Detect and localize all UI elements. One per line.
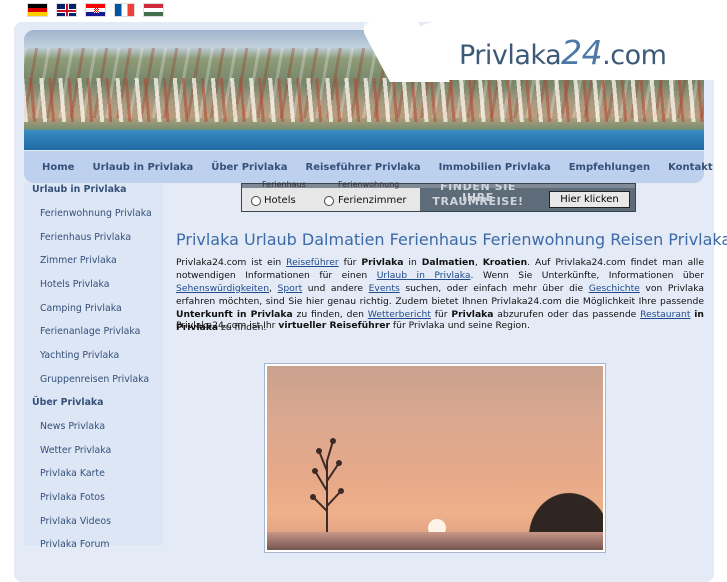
sidebar-item-fotos[interactable]: Privlaka Fotos <box>40 492 105 503</box>
link-urlaub[interactable]: Urlaub in Privlaka <box>377 270 471 281</box>
second-paragraph: Privlaka24.com ist Ihr virtueller Reisef… <box>176 320 530 331</box>
link-sport[interactable]: Sport <box>278 283 303 294</box>
flag-gb-icon[interactable] <box>56 3 77 17</box>
logo-number: 24 <box>561 33 603 72</box>
bold-text: Privlaka <box>451 308 494 320</box>
bold-text: Dalmatien <box>421 257 475 268</box>
radio-hotels[interactable] <box>251 196 261 206</box>
site-logo[interactable]: Privlaka24.com <box>459 33 667 72</box>
main-nav: Home Urlaub in Privlaka Über Privlaka Re… <box>24 151 713 183</box>
booking-promo-banner: Ferienhaus Ferienwohnung Hotels Ferienzi… <box>241 180 636 212</box>
nav-empfehlungen[interactable]: Empfehlungen <box>569 162 650 173</box>
text: abzurufen oder das passende <box>493 308 641 320</box>
language-flags <box>27 3 164 17</box>
link-events[interactable]: Events <box>369 283 400 294</box>
bold-text: Privlaka <box>361 257 404 268</box>
link-geschichte[interactable]: Geschichte <box>589 283 640 294</box>
radio-ferienzimmer-label: Ferienzimmer <box>338 195 407 206</box>
sidebar-item-zimmer[interactable]: Zimmer Privlaka <box>40 255 117 266</box>
nav-urlaub[interactable]: Urlaub in Privlaka <box>92 162 193 173</box>
sidebar-heading-urlaub[interactable]: Urlaub in Privlaka <box>32 184 127 195</box>
link-sehenswuerdigkeiten[interactable]: Sehenswürdigkeiten <box>176 283 269 294</box>
sidebar: Urlaub in Privlaka Ferienwohnung Privlak… <box>24 183 163 550</box>
flag-fr-icon[interactable] <box>114 3 135 17</box>
sidebar-item-videos[interactable]: Privlaka Videos <box>40 516 111 527</box>
page-title: Privlaka Urlaub Dalmatien Ferienhaus Fer… <box>176 230 727 249</box>
sidebar-item-yachting[interactable]: Yachting Privlaka <box>40 350 119 361</box>
flag-hr-icon[interactable] <box>85 3 106 17</box>
link-wetterbericht[interactable]: Wetterbericht <box>368 309 431 320</box>
sidebar-item-ferienanlage[interactable]: Ferienanlage Privlaka <box>40 326 140 337</box>
radio-hotels-label: Hotels <box>264 195 296 206</box>
text: . Wenn Sie Unterkünfte, Informationen üb… <box>470 269 705 281</box>
sidebar-item-wetter[interactable]: Wetter Privlaka <box>40 445 111 456</box>
text: Privlaka24.com ist ein <box>176 257 287 268</box>
sidebar-item-ferienhaus[interactable]: Ferienhaus Privlaka <box>40 232 131 243</box>
sidebar-item-camping[interactable]: Camping Privlaka <box>40 303 122 314</box>
promo-option-ferienhaus[interactable]: Ferienhaus <box>262 180 306 189</box>
plant-silhouette-icon <box>310 438 344 550</box>
nav-home[interactable]: Home <box>42 162 74 173</box>
text: für <box>338 257 362 268</box>
text: und andere <box>302 282 369 294</box>
sidebar-item-karte[interactable]: Privlaka Karte <box>40 468 105 479</box>
sunset-photo <box>264 363 606 553</box>
nav-immobilien[interactable]: Immobilien Privlaka <box>439 162 551 173</box>
promo-slogan-line2: TRAUMREISE! <box>432 195 524 208</box>
sidebar-item-news[interactable]: News Privlaka <box>40 421 105 432</box>
text: in <box>403 257 422 268</box>
sidebar-item-ferienwohnung[interactable]: Ferienwohnung Privlaka <box>40 208 152 219</box>
hier-klicken-button[interactable]: Hier klicken <box>549 191 630 208</box>
logo-prefix: Privlaka <box>459 40 562 71</box>
logo-suffix: .com <box>602 40 667 71</box>
nav-ueber[interactable]: Über Privlaka <box>211 162 287 173</box>
radio-ferienzimmer[interactable] <box>324 196 334 206</box>
bold-text: virtueller Reiseführer <box>278 320 390 331</box>
promo-option-ferienwohnung[interactable]: Ferienwohnung <box>338 180 399 189</box>
link-restaurant[interactable]: Restaurant <box>640 309 690 320</box>
flag-hu-icon[interactable] <box>143 3 164 17</box>
text: , <box>474 257 483 268</box>
sidebar-item-hotels[interactable]: Hotels Privlaka <box>40 279 110 290</box>
flag-de-icon[interactable] <box>27 3 48 17</box>
text: zu finden, den <box>292 308 368 320</box>
text: suchen, oder einfach mehr über die <box>399 282 589 294</box>
text: für Privlaka und seine Region. <box>390 320 530 331</box>
shoreline <box>267 532 603 550</box>
text: Privlaka24.com ist Ihr <box>176 320 279 331</box>
bold-text: Kroatien <box>482 257 528 268</box>
bold-text: Unterkunft in Privlaka <box>176 308 293 320</box>
link-reisefuehrer[interactable]: Reiseführer <box>286 257 339 268</box>
promo-slogan: FINDEN SIE IHRE TRAUMREISE! <box>424 184 532 211</box>
sidebar-heading-ueber[interactable]: Über Privlaka <box>32 397 104 408</box>
text: , <box>269 282 278 294</box>
nav-kontakt[interactable]: Kontakt <box>668 162 713 173</box>
sidebar-item-gruppenreisen[interactable]: Gruppenreisen Privlaka <box>40 374 149 385</box>
text: für <box>430 308 452 320</box>
nav-reisefuehrer[interactable]: Reiseführer Privlaka <box>306 162 421 173</box>
